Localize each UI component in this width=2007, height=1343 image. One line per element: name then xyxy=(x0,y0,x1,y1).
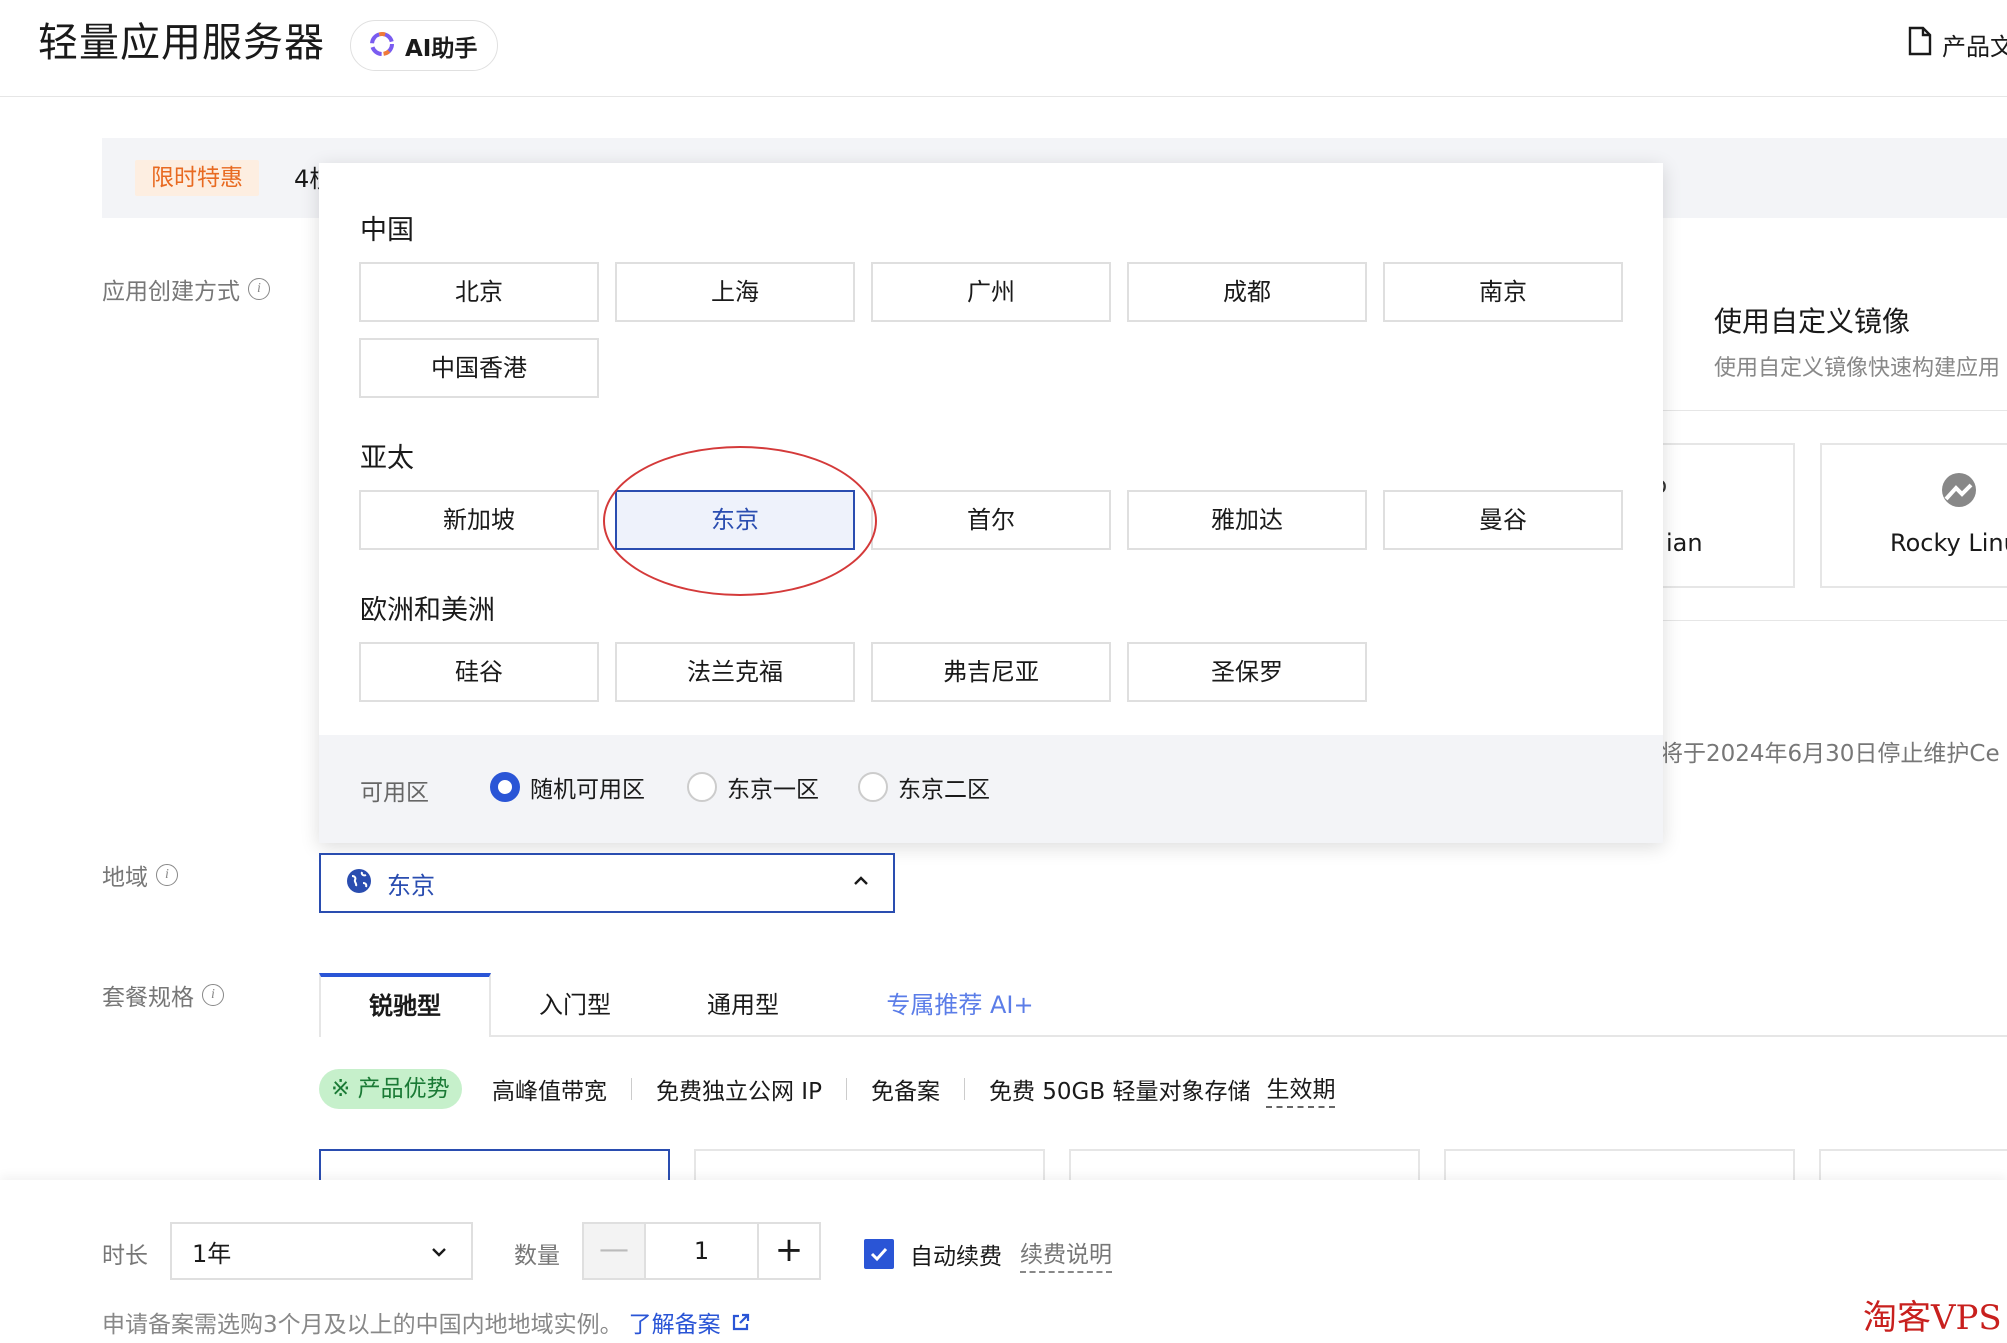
region-option-nanjing[interactable]: 南京 xyxy=(1383,262,1623,322)
globe-icon xyxy=(345,867,373,899)
product-doc-link[interactable]: 产品文 xyxy=(1908,26,2007,62)
os-card-rocky-linux[interactable]: Rocky Linu xyxy=(1820,443,2007,588)
watermark: 淘客VPS xyxy=(1863,1298,2002,1338)
region-label: 地域 i xyxy=(102,858,178,892)
advantage-list: 高峰值带宽 免费独立公网 IP 免备案 免费 50GB 轻量对象存储 生效期 xyxy=(492,1069,1336,1109)
auto-renew-row: 自动续费 续费说明 xyxy=(864,1235,1112,1273)
beian-note: 申请备案需选购3个月及以上的中国内地地域实例。 了解备案 xyxy=(102,1305,751,1339)
effective-period-link[interactable]: 生效期 xyxy=(1266,1070,1336,1108)
beian-link[interactable]: 了解备案 xyxy=(629,1305,751,1339)
separator xyxy=(845,1078,847,1100)
radio-unchecked-icon xyxy=(858,772,888,802)
region-option-chengdu[interactable]: 成都 xyxy=(1127,262,1367,322)
tab-entry[interactable]: 入门型 xyxy=(500,973,650,1037)
quantity-input[interactable]: 1 xyxy=(646,1224,757,1278)
chevron-up-icon xyxy=(851,871,871,895)
promo-badge: 限时特惠 xyxy=(135,160,259,196)
checkmark-icon xyxy=(870,1247,888,1262)
rocky-linux-icon xyxy=(1940,471,1978,513)
creation-method-label-text: 应用创建方式 xyxy=(102,279,240,305)
region-option-jakarta[interactable]: 雅加达 xyxy=(1127,490,1367,550)
product-doc-label: 产品文 xyxy=(1942,32,2007,61)
divider xyxy=(1660,410,2007,411)
spec-card[interactable] xyxy=(694,1149,1045,1181)
region-option-beijing[interactable]: 北京 xyxy=(359,262,599,322)
region-group-title-asia-pacific: 亚太 xyxy=(360,443,414,474)
info-icon[interactable]: i xyxy=(248,278,270,300)
page-title: 轻量应用服务器 xyxy=(38,20,325,66)
zone-option-label: 东京一区 xyxy=(727,777,819,803)
duration-select[interactable]: 1年 xyxy=(170,1222,473,1280)
advantage-item: 免费独立公网 IP xyxy=(656,1079,822,1105)
spec-card[interactable] xyxy=(1819,1149,2007,1181)
document-icon xyxy=(1908,26,1932,62)
custom-image-desc: 使用自定义镜像快速构建应用 xyxy=(1714,356,2001,381)
advantage-item: 免费 50GB 轻量对象存储 xyxy=(988,1079,1251,1105)
quantity-label: 数量 xyxy=(514,1243,560,1269)
region-option-bangkok[interactable]: 曼谷 xyxy=(1383,490,1623,550)
custom-image-title[interactable]: 使用自定义镜像 xyxy=(1714,300,1910,340)
region-option-seoul[interactable]: 首尔 xyxy=(871,490,1111,550)
region-option-frankfurt[interactable]: 法兰克福 xyxy=(615,642,855,702)
region-option-shanghai[interactable]: 上海 xyxy=(615,262,855,322)
region-option-singapore[interactable]: 新加坡 xyxy=(359,490,599,550)
decrease-button[interactable]: — xyxy=(584,1224,646,1278)
advantage-item: 高峰值带宽 xyxy=(492,1079,607,1105)
annotation-circle xyxy=(603,446,877,596)
region-select[interactable]: 东京 xyxy=(319,853,895,913)
info-icon[interactable]: i xyxy=(156,864,178,886)
ai-logo-icon xyxy=(367,29,397,63)
separator xyxy=(631,1078,632,1100)
beian-link-label[interactable]: 了解备案 xyxy=(629,1305,721,1339)
region-option-virginia[interactable]: 弗吉尼亚 xyxy=(871,642,1111,702)
os-card-label: ian xyxy=(1666,529,1703,557)
spec-card[interactable] xyxy=(1069,1149,1420,1181)
creation-method-label: 应用创建方式 i xyxy=(102,272,270,306)
ai-assistant-label: AI助手 xyxy=(405,35,478,62)
spec-card[interactable] xyxy=(1444,1149,1795,1181)
separator xyxy=(963,1078,965,1100)
external-link-icon xyxy=(732,1313,749,1331)
zone-option-tokyo-1[interactable]: 东京一区 xyxy=(687,770,819,804)
advantage-item: 免备案 xyxy=(870,1079,940,1105)
region-group-title-europe-americas: 欧洲和美洲 xyxy=(360,595,495,626)
chevron-down-icon xyxy=(429,1240,449,1268)
auto-renew-checkbox[interactable] xyxy=(864,1239,894,1269)
quantity-stepper: — 1 + xyxy=(582,1222,821,1280)
duration-value: 1年 xyxy=(192,1239,232,1268)
region-option-sao-paulo[interactable]: 圣保罗 xyxy=(1127,642,1367,702)
centos-eol-note: 将于2024年6月30日停止维护Ce xyxy=(1660,741,2000,767)
tab-ruichi[interactable]: 锐驰型 xyxy=(319,973,491,1037)
zone-option-label: 东京二区 xyxy=(898,777,990,803)
tab-general[interactable]: 通用型 xyxy=(668,973,818,1037)
zone-option-tokyo-2[interactable]: 东京二区 xyxy=(858,770,990,804)
ai-assistant-button[interactable]: AI助手 xyxy=(350,20,498,71)
availability-zone-label: 可用区 xyxy=(360,780,429,806)
region-option-hongkong[interactable]: 中国香港 xyxy=(359,338,599,398)
spec-card[interactable] xyxy=(319,1149,670,1181)
beian-note-text: 申请备案需选购3个月及以上的中国内地地域实例。 xyxy=(102,1312,623,1338)
plan-label: 套餐规格 i xyxy=(102,978,224,1012)
renew-explain-link[interactable]: 续费说明 xyxy=(1020,1235,1112,1273)
region-option-silicon-valley[interactable]: 硅谷 xyxy=(359,642,599,702)
divider xyxy=(1660,620,2007,621)
os-card-label: Rocky Linu xyxy=(1890,529,2007,557)
radio-checked-icon xyxy=(490,772,520,802)
region-group-title-china: 中国 xyxy=(360,215,414,246)
region-select-value: 东京 xyxy=(387,871,435,900)
tab-ai-recommend[interactable]: 专属推荐 AI+ xyxy=(860,973,1060,1037)
region-label-text: 地域 xyxy=(102,865,148,891)
info-icon[interactable]: i xyxy=(202,984,224,1006)
auto-renew-label[interactable]: 自动续费 xyxy=(910,1237,1002,1271)
increase-button[interactable]: + xyxy=(757,1224,819,1278)
duration-label: 时长 xyxy=(102,1243,148,1269)
zone-option-label: 随机可用区 xyxy=(530,777,645,803)
region-option-guangzhou[interactable]: 广州 xyxy=(871,262,1111,322)
plan-label-text: 套餐规格 xyxy=(102,985,194,1011)
radio-unchecked-icon xyxy=(687,772,717,802)
advantage-badge: ※ 产品优势 xyxy=(319,1069,462,1109)
zone-option-random[interactable]: 随机可用区 xyxy=(490,770,645,804)
